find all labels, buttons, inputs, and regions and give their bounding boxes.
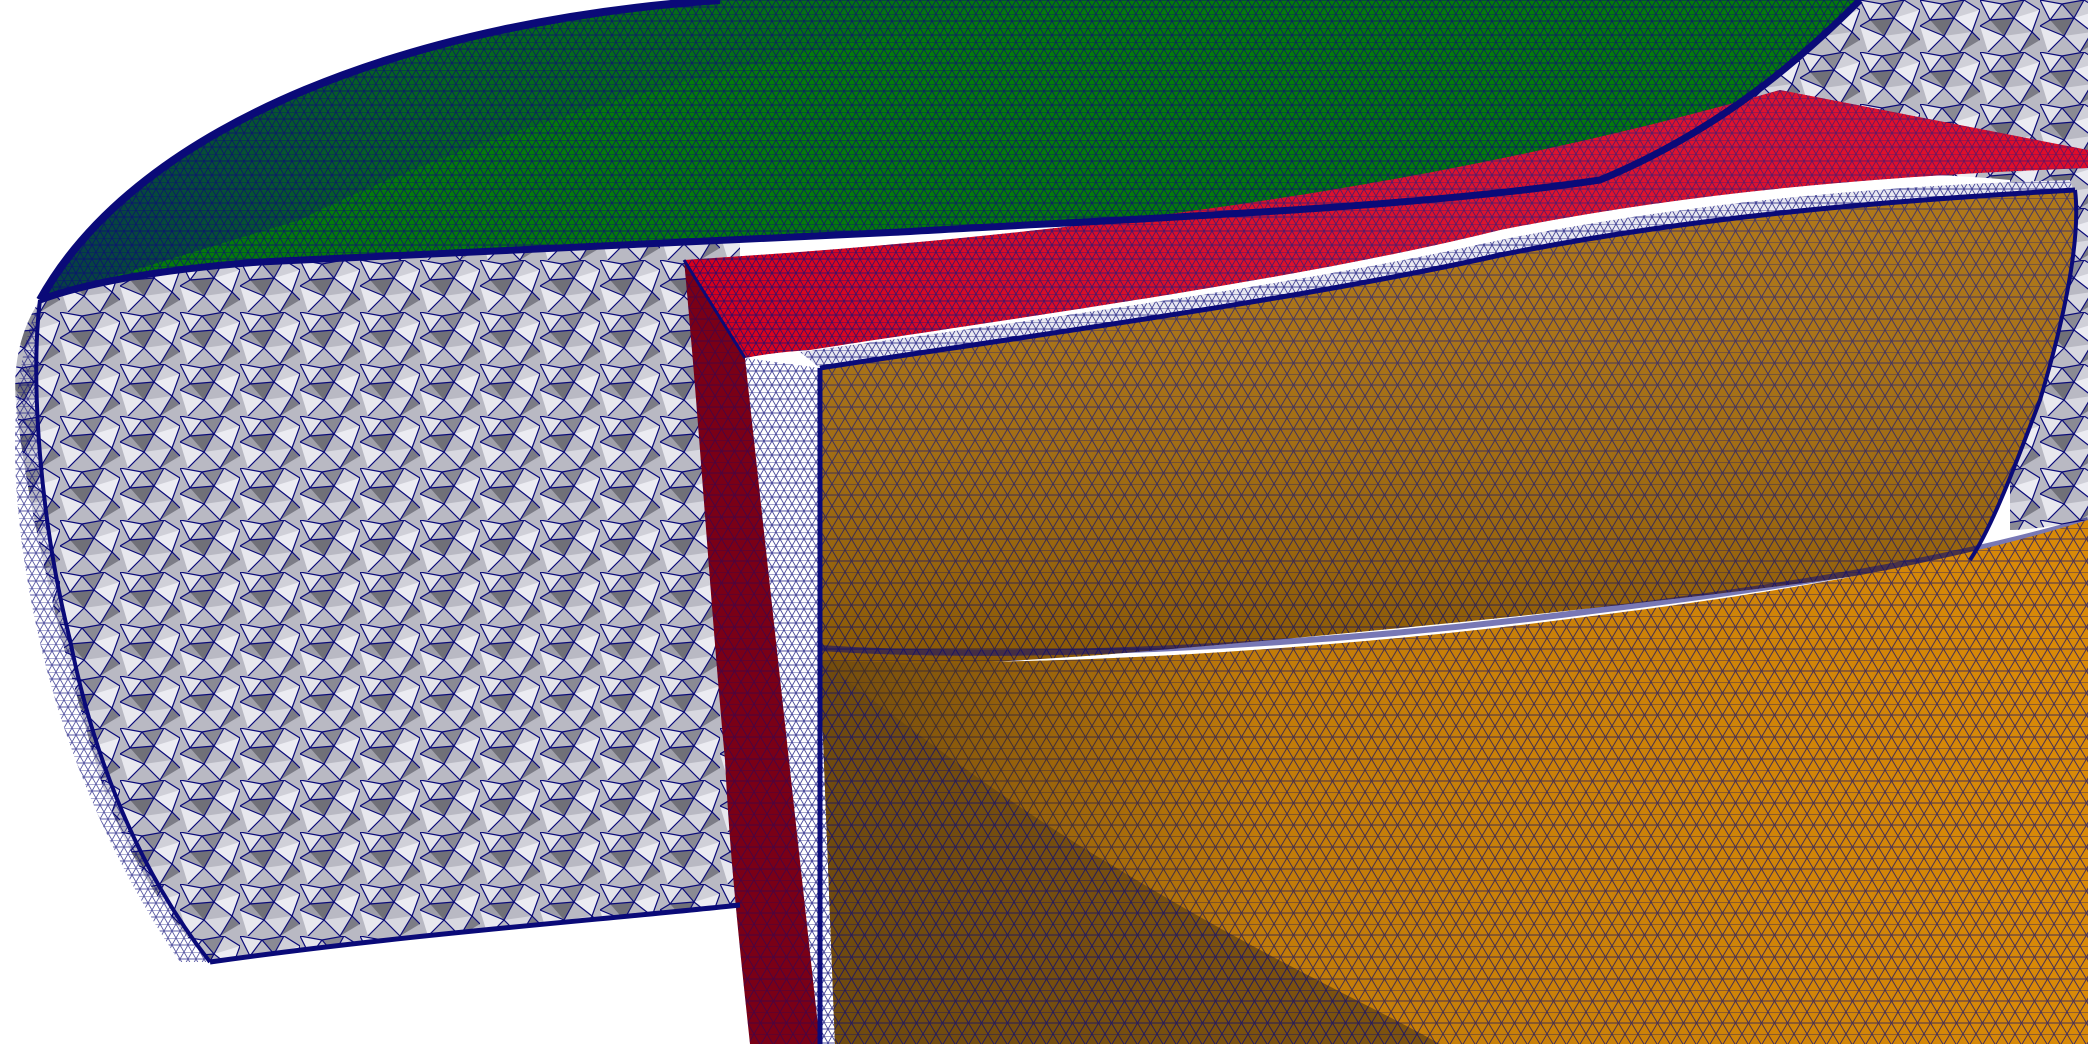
mesh-viewport[interactable]	[0, 0, 2088, 1044]
bulk-volume[interactable]	[15, 240, 741, 962]
mesh-scene	[15, 0, 2088, 1044]
